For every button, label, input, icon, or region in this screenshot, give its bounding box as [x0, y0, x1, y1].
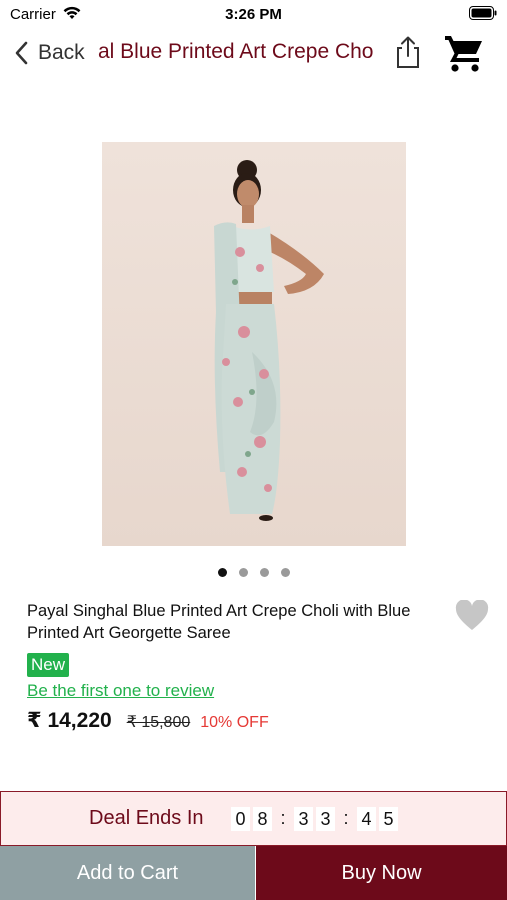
battery-icon: [469, 6, 497, 25]
timer-digit: 0: [231, 806, 250, 831]
price-current: ₹ 14,220: [27, 709, 112, 732]
nav-bar: Back al Blue Printed Art Crepe Cho: [0, 28, 507, 80]
timer-digit: 5: [379, 806, 398, 831]
share-button[interactable]: [393, 34, 423, 70]
chevron-left-icon: [15, 41, 28, 65]
status-bar: Carrier 3:26 PM: [0, 0, 507, 28]
cart-button[interactable]: [443, 32, 485, 74]
timer-separator: :: [343, 808, 349, 828]
timer-digit: 3: [294, 806, 313, 831]
deal-timer: 0 8 : 3 3 : 4 5: [231, 806, 401, 831]
timer-digit: 4: [357, 806, 376, 831]
status-time: 3:26 PM: [225, 6, 282, 23]
deal-label: Deal Ends In: [89, 807, 204, 829]
share-icon: [397, 36, 419, 68]
discount-label: 10% OFF: [200, 714, 269, 731]
review-link[interactable]: Be the first one to review: [27, 681, 214, 701]
heart-icon: [455, 599, 489, 630]
deal-bar: Deal Ends In 0 8 : 3 3 : 4 5: [0, 791, 507, 846]
product-photo: [102, 142, 406, 546]
back-button[interactable]: Back: [12, 38, 85, 68]
timer-digit: 3: [316, 806, 335, 831]
timer-separator: :: [280, 808, 286, 828]
add-to-cart-button[interactable]: Add to Cart: [0, 846, 255, 900]
carousel-dot[interactable]: [238, 568, 248, 577]
new-badge: New: [27, 653, 70, 677]
price-original: ₹ 15,800: [126, 714, 191, 731]
carousel-dot[interactable]: [217, 568, 227, 577]
product-image[interactable]: [102, 142, 406, 546]
timer-digit: 8: [253, 806, 272, 831]
carousel-dot[interactable]: [280, 568, 290, 577]
carousel-dot[interactable]: [259, 568, 269, 577]
product-title: Payal Singhal Blue Printed Art Crepe Cho…: [27, 602, 411, 642]
wishlist-button[interactable]: [455, 599, 489, 632]
buy-now-button[interactable]: Buy Now: [256, 846, 507, 900]
price-row: ₹ 14,220 ₹ 15,800 10% OFF: [27, 708, 269, 733]
nav-title: al Blue Printed Art Crepe Cho: [98, 40, 374, 63]
back-label: Back: [38, 41, 85, 64]
cart-icon: [445, 36, 482, 72]
carousel-dots: [0, 568, 507, 577]
